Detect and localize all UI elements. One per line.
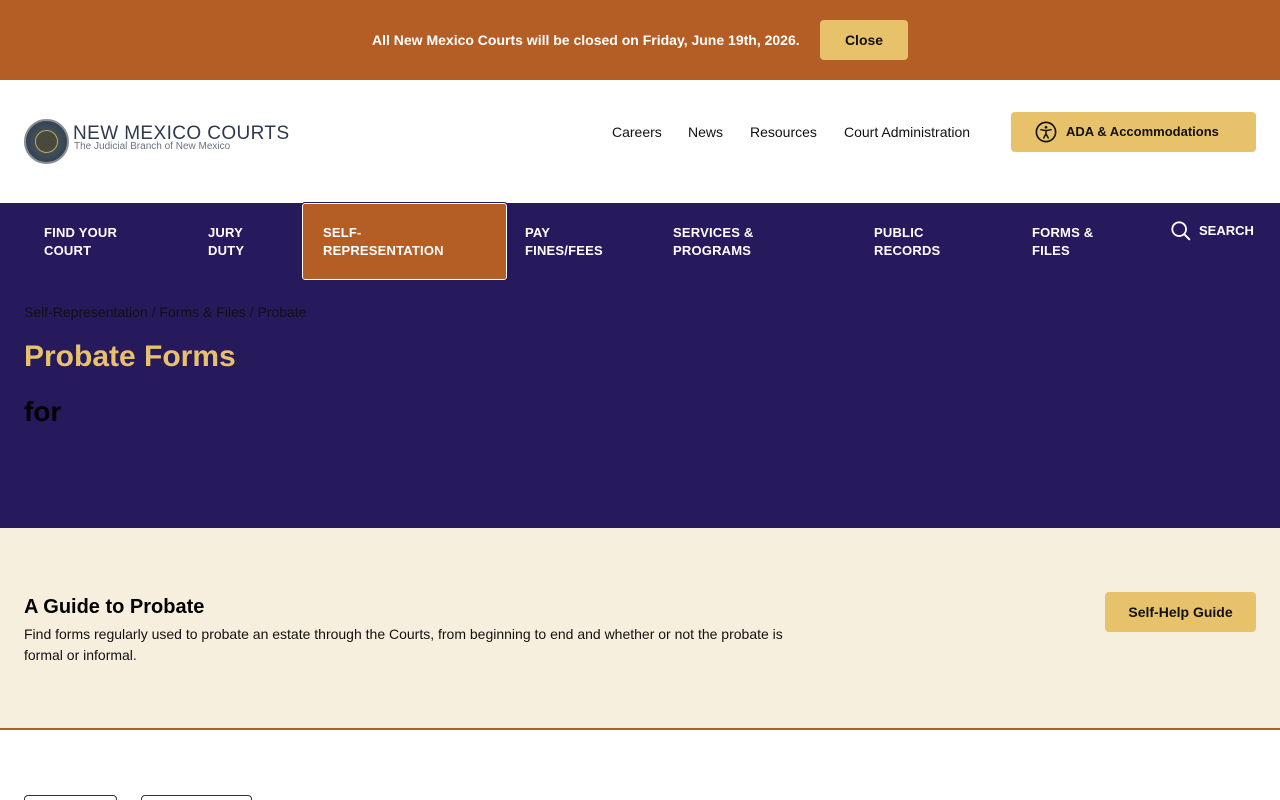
nav-forms-files[interactable]: FORMS & FILES — [1032, 224, 1093, 260]
nav-public-records[interactable]: PUBLIC RECORDS — [874, 224, 940, 260]
top-link-court-administration[interactable]: Court Administration — [844, 124, 970, 144]
ada-label: ADA & Accommodations — [1066, 124, 1219, 139]
alert-banner: All New Mexico Courts will be closed on … — [0, 0, 1280, 80]
search-icon — [1171, 221, 1191, 241]
page-hero: Self-Representation / Forms & Files / Pr… — [0, 280, 1280, 528]
nav-jury-duty[interactable]: JURY DUTY — [208, 224, 244, 260]
filter-tab[interactable] — [141, 795, 252, 800]
guide-title: A Guide to Probate — [24, 596, 205, 618]
nav-self-representation[interactable]: SELF- REPRESENTATION — [301, 202, 508, 281]
self-help-guide-button[interactable]: Self-Help Guide — [1105, 592, 1256, 632]
court-seal-icon — [24, 119, 69, 164]
alert-close-button[interactable]: Close — [820, 20, 908, 60]
logo-subtitle: The Judicial Branch of New Mexico — [74, 141, 231, 152]
accessibility-icon — [1035, 121, 1057, 143]
search-label: SEARCH — [1199, 223, 1254, 238]
top-link-news[interactable]: News — [688, 124, 723, 144]
guide-description: Find forms regularly used to probate an … — [24, 626, 783, 663]
breadcrumb-current: Probate — [257, 304, 307, 320]
breadcrumb-forms-files[interactable]: Forms & Files — [159, 304, 245, 320]
site-header: NEW MEXICO COURTS The Judicial Branch of… — [0, 80, 1280, 203]
alert-message: All New Mexico Courts will be closed on … — [372, 32, 800, 48]
guide-section: A Guide to Probate Find forms regularly … — [0, 528, 1280, 730]
site-logo[interactable]: NEW MEXICO COURTS The Judicial Branch of… — [24, 118, 289, 164]
breadcrumb-separator: / — [147, 304, 160, 320]
breadcrumb-separator: / — [245, 304, 258, 320]
nav-pay-fines-fees[interactable]: PAY FINES/FEES — [525, 224, 603, 260]
nav-services-programs[interactable]: SERVICES & PROGRAMS — [673, 224, 754, 260]
nav-find-your-court[interactable]: FIND YOUR COURT — [44, 224, 117, 260]
top-link-resources[interactable]: Resources — [750, 124, 817, 144]
breadcrumb: Self-Representation / Forms & Files / Pr… — [24, 304, 306, 320]
ada-accommodations-button[interactable]: ADA & Accommodations — [1011, 112, 1256, 152]
page-subtitle: for — [24, 396, 62, 427]
breadcrumb-self-representation[interactable]: Self-Representation — [24, 304, 148, 320]
filter-tab[interactable] — [24, 795, 117, 800]
page-title: Probate Forms — [24, 340, 236, 373]
main-nav: FIND YOUR COURT JURY DUTY SELF- REPRESEN… — [0, 202, 1280, 281]
top-link-careers[interactable]: Careers — [612, 124, 662, 144]
